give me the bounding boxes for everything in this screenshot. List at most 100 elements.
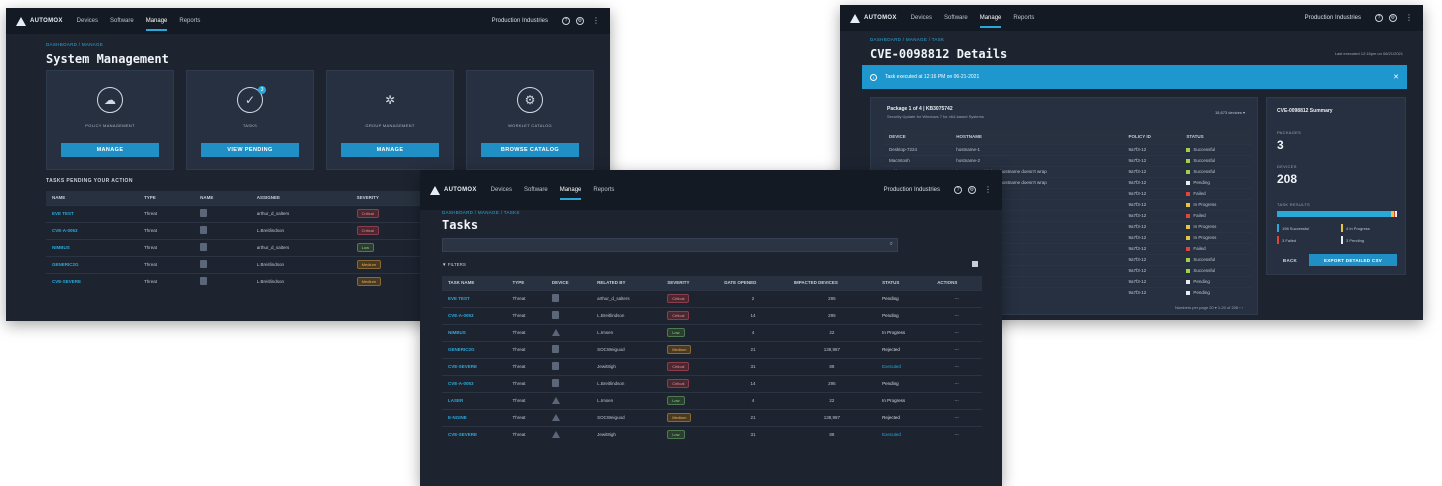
task-name[interactable]: NIMBUS bbox=[46, 238, 139, 256]
nav-software[interactable]: Software bbox=[110, 18, 134, 24]
table-row[interactable]: NIMBUS Threat L.Imsen Low 4 22 In Progress ⋯ bbox=[442, 323, 982, 341]
export-csv-button[interactable]: EXPORT DETAILED CSV bbox=[1309, 254, 1397, 266]
column-header[interactable]: TYPE bbox=[138, 191, 195, 205]
table-row[interactable]: CVE-SEVERE Threat Jewit8igh Critical 31 88 Exe… bbox=[442, 357, 982, 375]
task-type: Threat bbox=[506, 323, 546, 341]
breadcrumb[interactable]: DASHBOARD / MANAGE bbox=[46, 42, 103, 47]
brand-logo[interactable]: AUTOMOX bbox=[430, 185, 477, 195]
table-row[interactable]: E-NGINE Threat SOCWeiguod Medium 21 138,987 Re… bbox=[442, 408, 982, 426]
table-row[interactable]: CVE-A-0053 Threat L.Breitlindson Critical 14… bbox=[442, 306, 982, 324]
nav-reports[interactable]: Reports bbox=[593, 187, 614, 193]
row-actions-icon[interactable]: ⋯ bbox=[931, 374, 982, 392]
bar-successful bbox=[1277, 211, 1392, 217]
export-icon[interactable] bbox=[972, 261, 978, 267]
nav-devices[interactable]: Devices bbox=[911, 15, 932, 21]
column-header[interactable]: STATUS bbox=[1180, 130, 1251, 144]
task-name[interactable]: LASER bbox=[442, 391, 507, 409]
column-header[interactable]: DEVICE bbox=[545, 276, 592, 290]
row-actions-icon[interactable]: ⋯ bbox=[931, 425, 982, 443]
view-pending-button[interactable]: VIEW PENDING bbox=[201, 143, 299, 157]
row-actions-icon[interactable]: ⋯ bbox=[931, 408, 982, 426]
org-name[interactable]: Production Industries bbox=[1305, 15, 1361, 21]
help-icon[interactable]: ? bbox=[562, 17, 570, 25]
task-name[interactable]: CVE-A-0053 bbox=[442, 306, 507, 324]
breadcrumb[interactable]: DASHBOARD / MANAGE / TASK bbox=[870, 37, 944, 42]
task-name[interactable]: CVE-SEVERE bbox=[442, 425, 507, 443]
selected-devices-dropdown[interactable]: 15,673 devices ▾ bbox=[1215, 110, 1245, 115]
nav-manage[interactable]: Manage bbox=[979, 15, 1001, 28]
nav-software[interactable]: Software bbox=[944, 15, 968, 21]
nav-devices[interactable]: Devices bbox=[77, 18, 98, 24]
brand-logo[interactable]: AUTOMOX bbox=[850, 13, 897, 23]
table-row[interactable]: MacIntosh hostname-2 9a7f3-12 Successful bbox=[883, 154, 1251, 166]
task-name[interactable]: GENERIC2G bbox=[46, 255, 139, 273]
row-actions-icon[interactable]: ⋯ bbox=[931, 357, 982, 375]
org-name[interactable]: Production Industries bbox=[884, 187, 940, 193]
table-row[interactable]: LASER Threat L.Imsen Low 4 22 In Progress ⋯ bbox=[442, 391, 982, 409]
task-name[interactable]: EVE TEST bbox=[46, 204, 139, 222]
column-header[interactable]: DATE OPENED bbox=[718, 276, 788, 290]
task-name[interactable]: CVE-A-0053 bbox=[442, 374, 507, 392]
table-row[interactable]: EVE TEST Threat arthur_d_salters Critical 2 2… bbox=[442, 289, 982, 307]
row-actions-icon[interactable]: ⋯ bbox=[931, 340, 982, 358]
column-header[interactable]: RELATED BY bbox=[591, 276, 662, 290]
settings-icon[interactable]: ⚙ bbox=[576, 17, 584, 25]
pagination[interactable]: Numbers per page 20 ▾ 1-20 of 208 ‹ › bbox=[1175, 305, 1243, 310]
close-banner-icon[interactable]: ✕ bbox=[1393, 73, 1399, 81]
row-actions-icon[interactable]: ⋯ bbox=[931, 306, 982, 324]
manage-groups-button[interactable]: MANAGE bbox=[341, 143, 439, 157]
column-header[interactable]: TYPE bbox=[506, 276, 546, 290]
column-header[interactable]: ACTIONS bbox=[931, 276, 982, 290]
task-name[interactable]: NIMBUS bbox=[442, 323, 507, 341]
nav-manage[interactable]: Manage bbox=[145, 18, 167, 31]
column-header[interactable]: IMPACTED DEVICES bbox=[787, 276, 877, 290]
column-header[interactable]: STATUS bbox=[876, 276, 932, 290]
nav-software[interactable]: Software bbox=[524, 187, 548, 193]
column-header[interactable]: TASK NAME bbox=[442, 276, 507, 290]
task-name[interactable]: EVE TEST bbox=[442, 289, 507, 307]
browse-catalog-button[interactable]: BROWSE CATALOG bbox=[481, 143, 579, 157]
search-input[interactable]: ⌕ bbox=[442, 238, 898, 252]
more-menu-icon[interactable]: ⋮ bbox=[984, 186, 992, 194]
column-header[interactable]: ASSIGNEE bbox=[250, 191, 351, 205]
column-header[interactable]: NAME bbox=[194, 191, 251, 205]
task-name[interactable]: CVE-SEVERE bbox=[442, 357, 507, 375]
more-menu-icon[interactable]: ⋮ bbox=[592, 17, 600, 25]
column-header[interactable]: DEVICE bbox=[883, 130, 951, 144]
back-button[interactable]: BACK bbox=[1277, 254, 1303, 266]
table-row[interactable]: Desktop-7224 hostname-1 9a7f3-12 Successful bbox=[883, 143, 1251, 155]
table-row[interactable]: GENERIC2G Threat SOCWeiguod Medium 21 138,987… bbox=[442, 340, 982, 358]
related-by: Jewit8igh bbox=[591, 425, 662, 443]
row-actions-icon[interactable]: ⋯ bbox=[931, 391, 982, 409]
column-header[interactable]: POLICY ID bbox=[1122, 130, 1181, 144]
breadcrumb[interactable]: DASHBOARD / MANAGE / TASKS bbox=[442, 210, 520, 215]
org-name[interactable]: Production Industries bbox=[492, 18, 548, 24]
nav-reports[interactable]: Reports bbox=[1013, 15, 1034, 21]
more-menu-icon[interactable]: ⋮ bbox=[1405, 14, 1413, 22]
row-actions-icon[interactable]: ⋯ bbox=[931, 289, 982, 307]
task-name[interactable]: GENERIC2G bbox=[442, 340, 507, 358]
help-icon[interactable]: ? bbox=[1375, 14, 1383, 22]
nav-devices[interactable]: Devices bbox=[491, 187, 512, 193]
status-dot bbox=[1186, 224, 1191, 229]
nav-manage[interactable]: Manage bbox=[559, 187, 581, 200]
nav-reports[interactable]: Reports bbox=[179, 18, 200, 24]
table-row[interactable]: CVE-A-0053 Threat L.Breitlindson Critical 14… bbox=[442, 374, 982, 392]
impacted-devices: 22 bbox=[787, 391, 877, 409]
help-icon[interactable]: ? bbox=[954, 186, 962, 194]
table-row[interactable]: CVE-SEVERE Threat Jewit8igh Low 31 88 Executed… bbox=[442, 425, 982, 443]
column-header[interactable]: SEVERITY bbox=[661, 276, 719, 290]
task-name[interactable]: CVE-A-0053 bbox=[46, 221, 139, 239]
policy-id: 9a7f3-12 bbox=[1122, 187, 1181, 199]
column-header[interactable]: NAME bbox=[46, 191, 139, 205]
row-actions-icon[interactable]: ⋯ bbox=[931, 323, 982, 341]
column-header[interactable]: HOSTNAME bbox=[950, 130, 1123, 144]
task-name[interactable]: CVE-SEVERE bbox=[46, 272, 139, 290]
settings-icon[interactable]: ⚙ bbox=[1389, 14, 1397, 22]
task-name[interactable]: E-NGINE bbox=[442, 408, 507, 426]
settings-icon[interactable]: ⚙ bbox=[968, 186, 976, 194]
brand-logo[interactable]: AUTOMOX bbox=[16, 16, 63, 26]
manage-policies-button[interactable]: MANAGE bbox=[61, 143, 159, 157]
filters-toggle[interactable]: ▼ FILTERS bbox=[442, 262, 466, 267]
severity-badge: Low bbox=[667, 430, 685, 440]
